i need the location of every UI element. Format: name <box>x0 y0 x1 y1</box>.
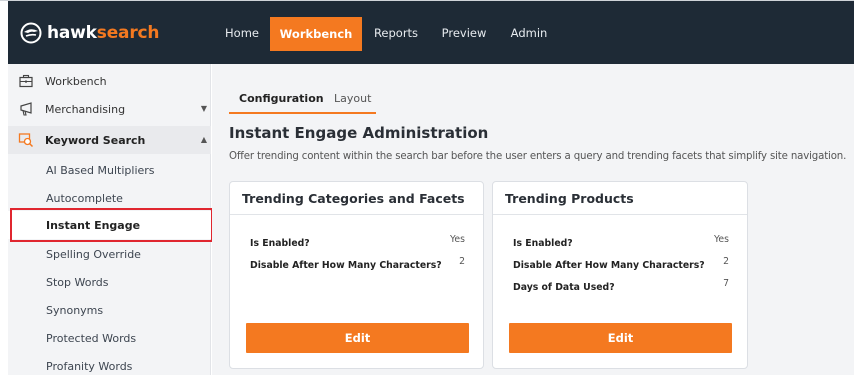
setting-label: Disable After How Many Characters? <box>250 260 442 271</box>
sidebar-subitem-spelling-override[interactable]: Spelling Override <box>8 240 211 268</box>
brand-logo[interactable]: hawksearch <box>20 1 159 64</box>
hawk-logo-icon <box>20 22 42 43</box>
chevron-up-icon: ▲ <box>200 135 207 144</box>
card-trending-products: Trending Products Is Enabled? Yes Disabl… <box>492 181 748 369</box>
setting-row-is-enabled: Is Enabled? Yes <box>513 234 735 252</box>
setting-value: 7 <box>723 278 729 289</box>
sidebar-subitem-instant-engage[interactable]: Instant Engage <box>8 211 211 239</box>
sidebar-item-label: Workbench <box>45 74 107 88</box>
active-tab-indicator <box>229 112 376 114</box>
search-icon <box>18 133 34 148</box>
briefcase-icon <box>19 74 33 88</box>
sidebar: Workbench Merchandising ▼ Keyword Search… <box>8 64 211 375</box>
sidebar-subitem-autocomplete[interactable]: Autocomplete <box>8 184 211 212</box>
sidebar-subitem-synonyms[interactable]: Synonyms <box>8 296 211 324</box>
page-description: Offer trending content within the search… <box>229 151 847 162</box>
setting-row-disable-after: Disable After How Many Characters? 2 <box>513 256 735 274</box>
setting-value: Yes <box>449 234 465 245</box>
nav-workbench[interactable]: Workbench <box>270 17 362 51</box>
sidebar-item-workbench[interactable]: Workbench <box>8 67 211 95</box>
setting-label: Is Enabled? <box>513 238 573 249</box>
setting-row-is-enabled: Is Enabled? Yes <box>250 234 471 252</box>
setting-label: Disable After How Many Characters? <box>513 260 705 271</box>
nav-reports[interactable]: Reports <box>368 1 424 64</box>
megaphone-icon <box>20 102 32 116</box>
sidebar-subitem-ai-based-multipliers[interactable]: AI Based Multipliers <box>8 156 211 184</box>
setting-value: 2 <box>723 256 729 267</box>
sidebar-item-merchandising[interactable]: Merchandising ▼ <box>8 95 211 123</box>
top-navbar: hawksearch Home Workbench Reports Previe… <box>8 1 854 64</box>
sidebar-item-keyword-search[interactable]: Keyword Search ▲ <box>8 126 211 154</box>
setting-label: Days of Data Used? <box>513 282 615 293</box>
tab-layout[interactable]: Layout <box>334 82 371 114</box>
main-content: Configuration Layout Instant Engage Admi… <box>212 64 854 375</box>
chevron-down-icon: ▼ <box>200 104 207 113</box>
brand-name-part1: hawk <box>47 22 97 43</box>
edit-button[interactable]: Edit <box>246 323 469 353</box>
setting-label: Is Enabled? <box>250 238 310 249</box>
brand-name: hawksearch <box>47 23 159 43</box>
nav-preview[interactable]: Preview <box>434 1 494 64</box>
card-trending-categories: Trending Categories and Facets Is Enable… <box>229 181 484 369</box>
sidebar-item-label: Keyword Search <box>45 133 146 147</box>
setting-value: Yes <box>713 234 729 245</box>
setting-value: 2 <box>459 256 465 267</box>
edit-button[interactable]: Edit <box>509 323 732 353</box>
setting-row-days-of-data: Days of Data Used? 7 <box>513 278 735 296</box>
page-title: Instant Engage Administration <box>229 124 489 142</box>
card-title: Trending Products <box>493 182 747 215</box>
nav-admin[interactable]: Admin <box>504 1 554 64</box>
setting-row-disable-after: Disable After How Many Characters? 2 <box>250 256 471 274</box>
nav-home[interactable]: Home <box>218 1 266 64</box>
sidebar-subitem-protected-words[interactable]: Protected Words <box>8 324 211 352</box>
brand-name-part2: search <box>96 22 160 43</box>
sidebar-subitem-profanity-words[interactable]: Profanity Words <box>8 352 211 375</box>
card-title: Trending Categories and Facets <box>230 182 483 215</box>
sidebar-item-label: Merchandising <box>45 102 126 116</box>
sidebar-subitem-stop-words[interactable]: Stop Words <box>8 268 211 296</box>
tab-configuration[interactable]: Configuration <box>239 82 324 114</box>
